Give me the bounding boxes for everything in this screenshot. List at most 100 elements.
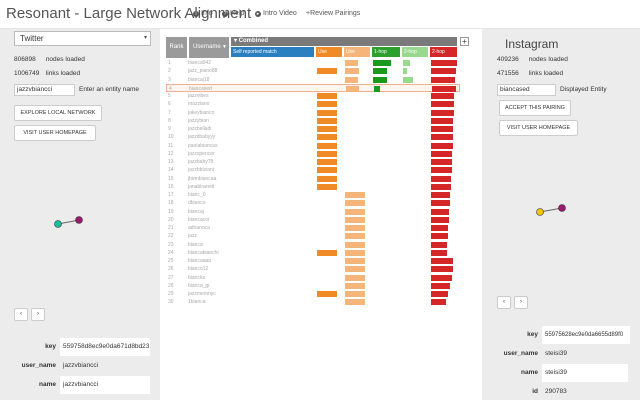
table-row[interactable]: 3 biancaj18 xyxy=(166,76,460,84)
username-cell: mazziano xyxy=(188,101,210,108)
table-row[interactable]: 15 jbembiancaa xyxy=(166,175,460,183)
right-local-network-graph[interactable] xyxy=(533,203,569,219)
table-row[interactable]: 10 jazzitbabyyy xyxy=(166,133,460,141)
metric-subheader[interactable]: 2-hop xyxy=(402,47,428,57)
metric-bar xyxy=(317,150,337,157)
right-visit-homepage-button[interactable]: VISIT USER HOMEPAGE xyxy=(499,120,578,136)
metric-bar xyxy=(431,60,457,66)
metric-bar xyxy=(317,175,337,182)
table-row[interactable]: 23 bianca xyxy=(166,241,460,249)
table-row[interactable]: 8 jazzybian xyxy=(166,117,460,125)
rank-cell: 15 xyxy=(168,175,174,182)
table-row[interactable]: 27 biancks xyxy=(166,274,460,282)
graph-node[interactable] xyxy=(558,204,566,212)
table-row[interactable]: 2 jazz_piano88 xyxy=(166,67,460,75)
entity-input[interactable]: jazzvbiancci xyxy=(14,84,75,96)
table-row[interactable]: 21 adrianoca xyxy=(166,224,460,232)
table-row[interactable]: 11 paolabiancas xyxy=(166,142,460,150)
table-row[interactable]: 14 jazzbbiziani xyxy=(166,166,460,174)
metric-bar xyxy=(345,258,365,264)
username-cell: bianca_jp xyxy=(188,282,210,289)
metric-bar xyxy=(317,249,337,256)
table-row[interactable]: 30 1bianca xyxy=(166,298,460,306)
rank-cell: 6 xyxy=(168,101,171,108)
metric-subheader[interactable]: Use xyxy=(344,47,370,57)
metric-bar xyxy=(317,142,337,149)
left-next-button[interactable]: › xyxy=(31,308,45,321)
metric-bar xyxy=(431,117,453,124)
graph-node[interactable] xyxy=(536,208,544,216)
filter-icon[interactable]: ▼ xyxy=(222,37,227,58)
table-row[interactable]: 13 jazzbaby78 xyxy=(166,158,460,166)
metric-subheader[interactable]: 1-hop xyxy=(372,47,400,57)
rank-cell: 27 xyxy=(168,274,174,281)
metric-bar xyxy=(374,85,380,92)
username-column-header[interactable]: Username ▼ xyxy=(189,37,229,58)
table-row[interactable]: 5 jazzvibes xyxy=(166,92,460,100)
metric-subheader[interactable]: Self reported match xyxy=(231,47,314,57)
metric-bar xyxy=(431,167,452,174)
table-row[interactable]: 4 biancased xyxy=(166,83,460,92)
explore-local-network-button[interactable]: EXPLORE LOCAL NETWORK xyxy=(14,105,102,121)
metric-bar xyxy=(431,208,449,215)
table-row[interactable]: 24 biancabianchi xyxy=(166,249,460,257)
table-row[interactable]: 28 bianca_jp xyxy=(166,282,460,290)
combined-column-header[interactable]: ▾ Combined xyxy=(231,37,457,46)
right-next-button[interactable]: › xyxy=(514,296,528,309)
table-row[interactable]: 18 dbianco xyxy=(166,199,460,207)
table-row[interactable]: 20 biancacor xyxy=(166,216,460,224)
right-prev-button[interactable]: ‹ xyxy=(497,296,511,309)
right-network-title: Instagram xyxy=(505,37,559,51)
table-row[interactable]: 16 janabiraretti xyxy=(166,183,460,191)
metric-bar xyxy=(317,167,337,174)
table-row[interactable]: 22 jazz xyxy=(166,232,460,240)
graph-node[interactable] xyxy=(75,216,83,224)
nav-info[interactable]: i Info xyxy=(193,10,213,17)
table-row[interactable]: 17 bianc_0 xyxy=(166,191,460,199)
rank-cell: 12 xyxy=(168,150,174,157)
left-detail-key: key 559758d8ec9e0da671d8bd23 xyxy=(18,338,150,356)
table-row[interactable]: 12 jazzspencer xyxy=(166,150,460,158)
metric-bar xyxy=(346,85,359,92)
metric-bar xyxy=(373,68,387,75)
rank-cell: 25 xyxy=(168,258,174,264)
add-column-button[interactable]: + xyxy=(460,37,469,46)
rank-cell: 18 xyxy=(168,200,174,207)
left-visit-homepage-button[interactable]: VISIT USER HOMEPAGE xyxy=(14,125,96,141)
username-cell: 1bianca xyxy=(188,299,206,306)
rank-cell: 20 xyxy=(168,216,174,223)
username-cell: bianca942 xyxy=(188,60,212,66)
metric-bar xyxy=(431,93,454,99)
nav-help[interactable]: ? Help xyxy=(222,10,244,17)
nav-intro-video[interactable]: ▸ Intro Video xyxy=(255,10,297,17)
network-select[interactable]: Twitter ▾ xyxy=(14,31,151,46)
graph-node[interactable] xyxy=(54,220,62,228)
table-row[interactable]: 1 bianca942 xyxy=(166,59,460,67)
table-row[interactable]: 19 biancaj xyxy=(166,208,460,216)
nav-review-pairings[interactable]: +Review Pairings xyxy=(306,10,360,17)
metric-bar xyxy=(431,150,452,157)
rank-column-header[interactable]: Rank xyxy=(166,37,187,58)
table-row[interactable]: 7 jakeybianco xyxy=(166,109,460,117)
left-prev-button[interactable]: ‹ xyxy=(14,308,28,321)
metric-bar xyxy=(431,249,447,256)
table-row[interactable]: 25 biancaaaa xyxy=(166,257,460,265)
left-local-network-graph[interactable] xyxy=(50,213,86,229)
metric-bar xyxy=(431,109,454,116)
table-row[interactable]: 9 jazzbelladi xyxy=(166,125,460,133)
table-row[interactable]: 26 bianco12 xyxy=(166,265,460,273)
metric-bar xyxy=(431,142,453,149)
metric-bar xyxy=(345,233,365,240)
right-nodes-stat: 409236 nodes loaded xyxy=(497,56,568,63)
table-row[interactable]: 6 mazziano xyxy=(166,100,460,108)
table-row[interactable]: 29 jazzmemnyc xyxy=(166,290,460,298)
metric-subheader[interactable]: 2-hop xyxy=(430,47,457,57)
rank-cell: 7 xyxy=(168,109,171,116)
username-cell: jazzitbabyyy xyxy=(188,134,216,141)
accept-pairing-button[interactable]: ACCEPT THIS PAIRING xyxy=(499,100,571,116)
metric-bar xyxy=(345,60,358,66)
metric-subheader[interactable]: Use xyxy=(316,47,342,57)
metric-bar xyxy=(431,233,448,240)
username-cell: jazz_piano88 xyxy=(188,68,218,75)
username-cell: jazzmemnyc xyxy=(188,291,216,297)
